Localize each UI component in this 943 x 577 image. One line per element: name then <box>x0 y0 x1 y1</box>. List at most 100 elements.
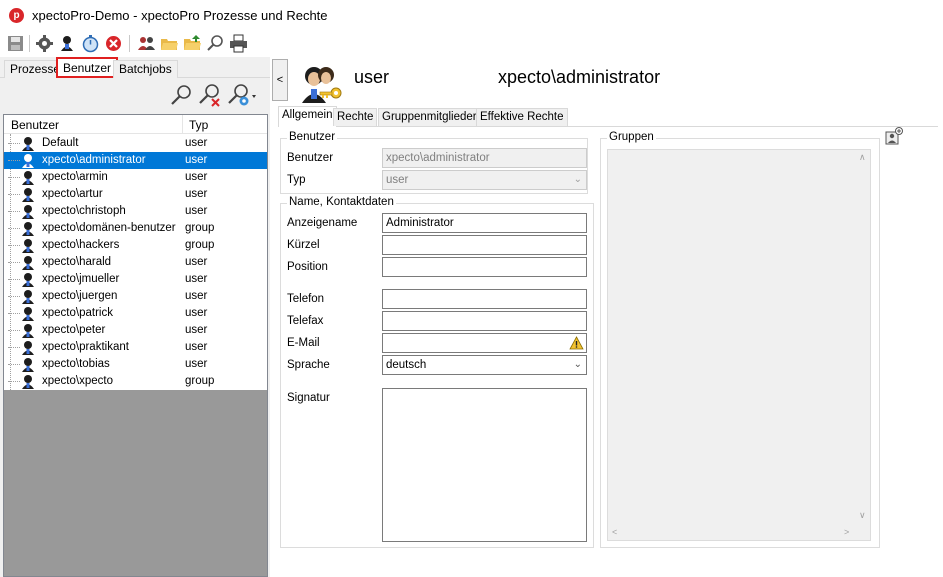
list-item[interactable]: xpecto\hackers group <box>4 237 267 254</box>
scroll-down-icon[interactable]: ∨ <box>859 510 866 521</box>
search-settings-icon[interactable] <box>226 83 258 109</box>
tab-rechte[interactable]: Rechte <box>333 108 378 126</box>
cancel-icon[interactable] <box>104 34 123 53</box>
list-item-type: user <box>185 307 208 319</box>
user-icon <box>22 171 34 185</box>
user-label: Benutzer <box>287 152 334 164</box>
folder-up-icon[interactable] <box>183 34 202 53</box>
group-icon <box>22 375 34 389</box>
tree-connector <box>8 228 20 229</box>
type-select-value: user <box>386 174 409 186</box>
list-item-type: user <box>185 324 208 336</box>
group-icon <box>22 239 34 253</box>
language-label: Sprache <box>287 359 330 371</box>
phone-field[interactable] <box>382 289 587 309</box>
scroll-right-icon[interactable]: > <box>844 527 849 537</box>
list-item[interactable]: xpecto\domänen-benutzer group <box>4 220 267 237</box>
stopwatch-icon[interactable] <box>81 34 100 53</box>
list-item[interactable]: xpecto\peter user <box>4 322 267 339</box>
list-item-name: xpecto\patrick <box>42 307 113 319</box>
short-field[interactable] <box>382 235 587 255</box>
tab-benutzer[interactable]: Benutzer <box>56 57 119 78</box>
chevron-down-icon: ⌄ <box>573 174 582 185</box>
scroll-up-icon[interactable]: ∧ <box>859 152 866 163</box>
collapse-panel-button[interactable]: < <box>272 59 288 101</box>
title-bar: p xpectoPro-Demo - xpectoPro Prozesse un… <box>0 0 943 31</box>
list-item[interactable]: xpecto\xpecto group <box>4 373 267 390</box>
toolbar-separator <box>129 35 130 52</box>
search-remove-icon[interactable] <box>197 83 223 109</box>
search-user-icon[interactable] <box>168 83 194 109</box>
tab-batchjobs[interactable]: Batchjobs <box>113 60 178 78</box>
list-item[interactable]: xpecto\tobias user <box>4 356 267 373</box>
list-item-type: group <box>185 239 215 251</box>
edit-groups-icon[interactable] <box>884 127 904 145</box>
type-select: user ⌄ <box>382 170 587 190</box>
user-icon <box>22 290 34 304</box>
save-icon[interactable] <box>6 34 25 53</box>
user-key-icon <box>302 67 342 103</box>
list-item-name: xpecto\harald <box>42 256 112 268</box>
groups-list[interactable]: ∧ ∨ < > <box>607 149 871 541</box>
user-field: xpecto\administrator <box>382 148 587 168</box>
tab-allgemein[interactable]: Allgemein <box>278 106 337 127</box>
list-item-name: xpecto\praktikant <box>42 341 129 353</box>
tree-connector <box>8 364 20 365</box>
tree-connector <box>8 143 20 144</box>
tree-connector <box>8 262 20 263</box>
type-label: Typ <box>287 174 306 186</box>
print-icon[interactable] <box>229 34 248 53</box>
header-entity-name: xpecto\administrator <box>498 67 661 87</box>
list-item-type: user <box>185 273 208 285</box>
short-label: Kürzel <box>287 239 320 251</box>
list-item[interactable]: xpecto\administrator user <box>4 152 267 169</box>
signature-textarea[interactable] <box>382 388 587 542</box>
signature-label: Signatur <box>287 392 330 404</box>
list-item[interactable]: xpecto\harald user <box>4 254 267 271</box>
list-item-name: xpecto\domänen-benutzer <box>42 222 176 234</box>
email-field[interactable] <box>382 333 587 353</box>
groups-panel-title: Gruppen <box>607 131 656 143</box>
list-item[interactable]: xpecto\armin user <box>4 169 267 186</box>
user-group-icon[interactable] <box>137 34 156 53</box>
folder-open-icon[interactable] <box>160 34 179 53</box>
horizontal-scrollbar[interactable]: < > <box>608 525 871 541</box>
tree-connector <box>8 211 20 212</box>
vertical-scrollbar[interactable]: ∧ ∨ <box>856 150 871 525</box>
settings-icon[interactable] <box>35 34 54 53</box>
scroll-left-icon[interactable]: < <box>612 527 617 537</box>
list-item[interactable]: xpecto\christoph user <box>4 203 267 220</box>
window-title: xpectoPro-Demo - xpectoPro Prozesse und … <box>32 8 328 23</box>
list-item-name: xpecto\hackers <box>42 239 120 251</box>
column-header-typ[interactable]: Typ <box>189 118 208 132</box>
fax-field[interactable] <box>382 311 587 331</box>
column-header-benutzer[interactable]: Benutzer <box>11 118 59 132</box>
list-item[interactable]: xpecto\artur user <box>4 186 267 203</box>
fax-label: Telefax <box>287 315 324 327</box>
tab-effektive-rechte[interactable]: Effektive Rechte <box>476 108 568 126</box>
left-panel: Prozesse Benutzer Batchjobs Benutzer Typ… <box>0 57 270 577</box>
list-item[interactable]: Default user <box>4 135 267 152</box>
search-icon[interactable] <box>206 34 225 53</box>
tab-gruppenmitglieder[interactable]: Gruppenmitglieder <box>378 108 481 126</box>
user-icon <box>22 358 34 372</box>
tree-connector <box>8 279 20 280</box>
user-icon[interactable] <box>58 34 77 53</box>
tree-connector <box>8 194 20 195</box>
language-select[interactable]: deutsch ⌄ <box>382 355 587 375</box>
benutzer-group-title: Benutzer <box>287 131 338 143</box>
list-item[interactable]: xpecto\patrick user <box>4 305 267 322</box>
list-item-type: user <box>185 256 208 268</box>
list-item[interactable]: xpecto\praktikant user <box>4 339 267 356</box>
list-item[interactable]: xpecto\juergen user <box>4 288 267 305</box>
position-field[interactable] <box>382 257 587 277</box>
list-item[interactable]: xpecto\jmueller user <box>4 271 267 288</box>
list-item-type: user <box>185 290 208 302</box>
user-icon <box>22 256 34 270</box>
tree-connector <box>8 347 20 348</box>
user-icon <box>22 307 34 321</box>
list-item-name: xpecto\xpecto <box>42 375 113 387</box>
display-name-field[interactable]: Administrator <box>382 213 587 233</box>
chevron-down-icon: ⌄ <box>573 359 582 370</box>
list-item-name: xpecto\juergen <box>42 290 118 302</box>
